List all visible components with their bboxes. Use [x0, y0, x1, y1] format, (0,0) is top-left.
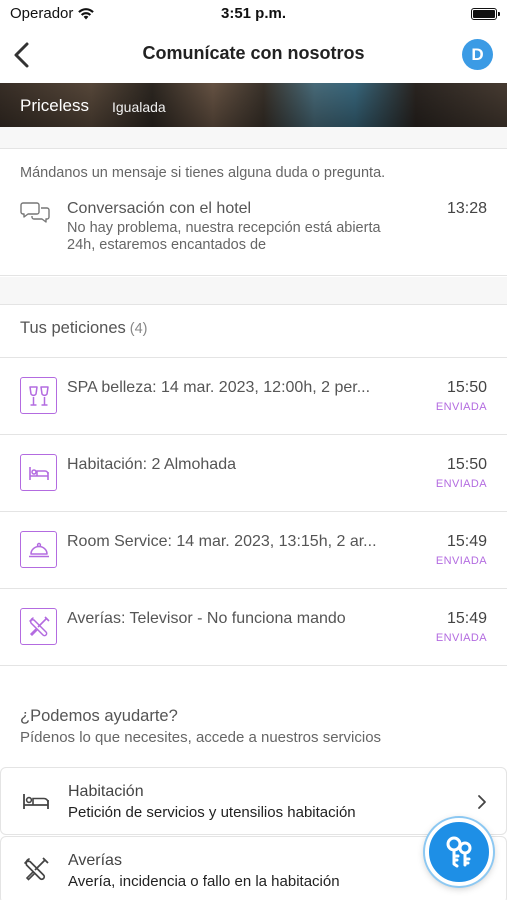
chat-bubbles-icon	[20, 202, 50, 223]
request-title: Averías: Televisor - No funciona mando	[67, 610, 346, 627]
tools-icon	[20, 608, 57, 645]
keys-icon	[446, 836, 472, 868]
hotel-location: Igualada	[112, 99, 166, 115]
conversation-title: Conversación con el hotel	[67, 200, 252, 217]
request-time: 15:49	[446, 610, 487, 627]
battery-icon	[471, 8, 500, 20]
cloche-icon	[20, 531, 57, 568]
service-description: Petición de servicios y utensilios habit…	[68, 804, 356, 821]
request-status: ENVIADA	[435, 555, 487, 567]
service-title: Averías	[68, 852, 122, 869]
request-status: ENVIADA	[435, 478, 487, 490]
request-item-averias[interactable]: Averías: Televisor - No funciona mando 1…	[0, 588, 507, 665]
tools-icon	[24, 857, 49, 881]
request-status: ENVIADA	[435, 401, 487, 413]
request-item-room-service[interactable]: Room Service: 14 mar. 2023, 13:15h, 2 ar…	[0, 511, 507, 588]
page-title: Comunícate con nosotros	[142, 43, 365, 63]
conversation-preview: No hay problema, nuestra recepción está …	[67, 220, 381, 253]
digital-key-button[interactable]	[425, 818, 493, 886]
bed-icon	[20, 454, 57, 491]
bed-icon	[23, 794, 49, 809]
requests-count: (4)	[129, 321, 148, 337]
hotel-conversation[interactable]: Conversación con el hotel 13:28 No hay p…	[0, 193, 507, 259]
chevron-right-icon	[478, 795, 486, 809]
hotel-brand: Priceless	[20, 96, 89, 115]
request-status: ENVIADA	[435, 632, 487, 644]
request-title: SPA belleza: 14 mar. 2023, 12:00h, 2 per…	[67, 379, 371, 396]
help-subtitle: Pídenos lo que necesites, accede a nuest…	[20, 729, 382, 746]
nav-bar: Comunícate con nosotros D	[0, 28, 507, 82]
help-section: ¿Podemos ayudarte? Pídenos lo que necesi…	[0, 665, 507, 768]
requests-header: Tus peticiones (4)	[0, 304, 507, 358]
glasses-icon	[20, 377, 57, 414]
request-time: 15:50	[446, 379, 487, 396]
hotel-banner: Priceless Igualada	[0, 83, 507, 127]
status-bar: Operador 3:51 p.m.	[0, 0, 507, 28]
help-title: ¿Podemos ayudarte?	[20, 707, 178, 725]
request-title: Room Service: 14 mar. 2023, 13:15h, 2 ar…	[67, 533, 377, 550]
section-gap	[0, 127, 507, 148]
requests-title: Tus peticiones (4)	[20, 319, 148, 338]
avatar[interactable]: D	[462, 39, 493, 70]
section-gap	[0, 277, 507, 304]
request-title: Habitación: 2 Almohada	[67, 456, 236, 473]
requests-title-label: Tus peticiones	[20, 319, 126, 337]
request-item-habitacion[interactable]: Habitación: 2 Almohada 15:50 ENVIADA	[0, 434, 507, 511]
request-time: 15:50	[446, 456, 487, 473]
service-habitacion[interactable]: Habitación Petición de servicios y utens…	[0, 767, 507, 835]
service-title: Habitación	[68, 783, 144, 800]
request-item-spa[interactable]: SPA belleza: 14 mar. 2023, 12:00h, 2 per…	[0, 357, 507, 434]
message-intro: Mándanos un mensaje si tienes alguna dud…	[20, 165, 386, 181]
status-time: 3:51 p.m.	[220, 5, 287, 22]
conversation-time: 13:28	[446, 200, 487, 217]
service-description: Avería, incidencia o fallo en la habitac…	[68, 873, 340, 890]
message-section: Mándanos un mensaje si tienes alguna dud…	[0, 148, 507, 276]
request-time: 15:49	[446, 533, 487, 550]
